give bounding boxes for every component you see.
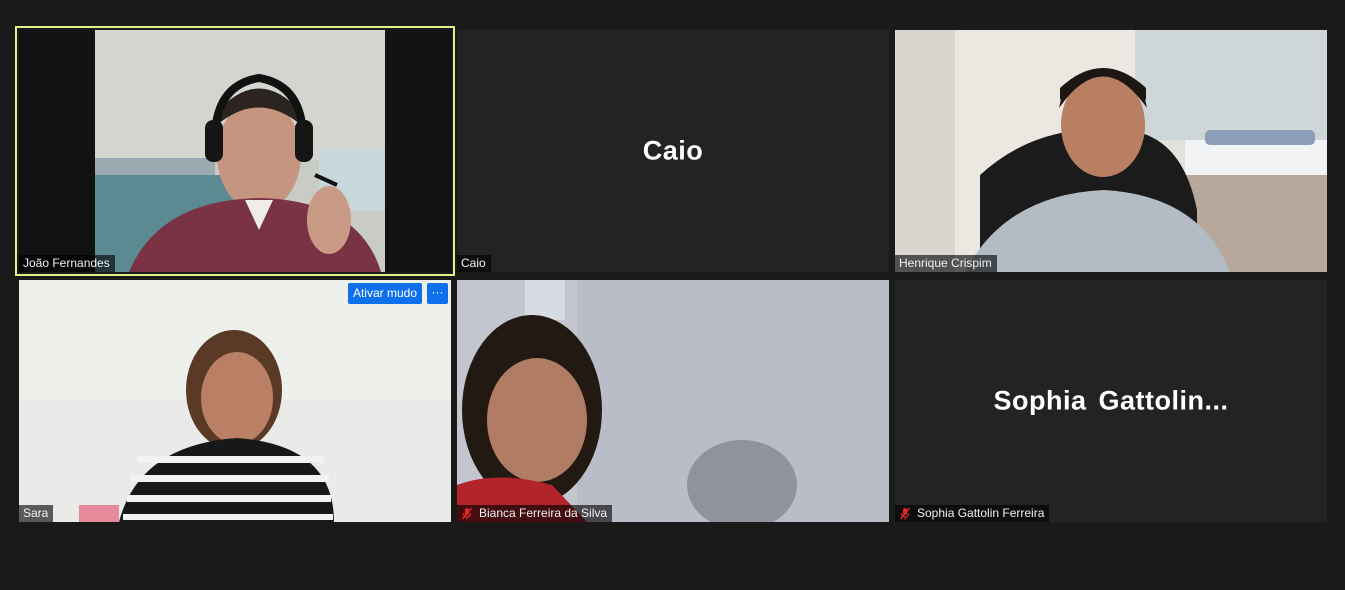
participant-placeholder-name: Caio — [642, 135, 704, 166]
more-options-icon[interactable]: ··· — [427, 283, 448, 304]
participant-name-tag: Bianca Ferreira da Silva — [457, 505, 613, 522]
participant-tile-henrique[interactable]: Henrique Crispim — [895, 30, 1327, 272]
participant-video — [457, 280, 889, 522]
participant-name: Caio — [461, 256, 486, 270]
participant-video — [19, 280, 451, 522]
participant-tile-caio[interactable]: Caio Caio — [457, 30, 889, 272]
participant-tile-sophia[interactable]: Sophia Gattolin... Sophia Gattolin Ferre… — [895, 280, 1327, 522]
participant-name: Bianca Ferreira da Silva — [479, 506, 608, 520]
participant-name: João Fernandes — [23, 256, 110, 270]
video-gallery: João Fernandes Caio Caio Henrique Crispi… — [0, 0, 1345, 590]
participant-name-tag: Sara — [19, 505, 54, 522]
participant-name: Sophia Gattolin Ferreira — [917, 506, 1045, 520]
participant-name-tag: Caio — [457, 255, 491, 272]
participant-name: Henrique Crispim — [899, 256, 992, 270]
participant-video — [895, 30, 1327, 272]
participant-name-tag: Henrique Crispim — [895, 255, 997, 272]
participant-name: Sara — [23, 506, 49, 520]
participant-name-tag: João Fernandes — [19, 255, 115, 272]
unmute-button[interactable]: Ativar mudo — [347, 283, 422, 304]
participant-tile-joao[interactable]: João Fernandes — [19, 30, 451, 272]
mic-muted-icon — [899, 507, 911, 520]
participant-tile-sara[interactable]: Ativar mudo ··· Sara — [19, 280, 451, 522]
mic-muted-icon — [461, 507, 473, 520]
participant-video — [19, 30, 451, 272]
participant-placeholder-name: Sophia Gattolin... — [993, 385, 1229, 416]
participant-name-tag: Sophia Gattolin Ferreira — [895, 505, 1050, 522]
participant-tile-bianca[interactable]: Bianca Ferreira da Silva — [457, 280, 889, 522]
